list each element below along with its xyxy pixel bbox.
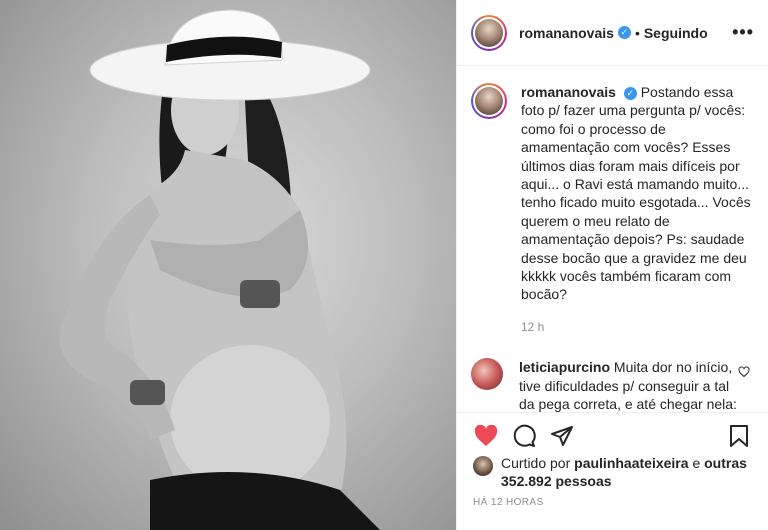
post-age[interactable]: HÁ 12 HORAS	[473, 497, 544, 508]
comment-like-icon[interactable]	[738, 366, 750, 381]
action-bar	[457, 412, 768, 458]
post-sidebar: romananovais ✓ • Seguindo ••• romananova…	[456, 0, 768, 530]
post-photo[interactable]	[0, 0, 456, 530]
following-button[interactable]: Seguindo	[644, 25, 708, 41]
more-options-icon[interactable]: •••	[732, 22, 754, 43]
comment-item: leticiapurcino Muita dor no início, tive…	[471, 358, 754, 412]
caption-text: Postando essa foto p/ fazer uma pergunta…	[521, 84, 751, 303]
verified-badge-icon: ✓	[623, 86, 637, 100]
author-username[interactable]: romananovais	[519, 25, 614, 41]
commenter-avatar[interactable]	[471, 358, 503, 391]
bookmark-icon[interactable]	[726, 423, 752, 449]
likes-prefix: Curtido por	[501, 455, 571, 471]
post-header: romananovais ✓ • Seguindo •••	[457, 0, 768, 66]
comment-username[interactable]: leticiapurcino	[519, 359, 610, 375]
liker-avatar[interactable]	[473, 456, 493, 476]
heart-icon[interactable]	[473, 423, 499, 449]
share-icon[interactable]	[549, 423, 575, 449]
post-image-illustration	[59, 9, 380, 530]
liker-username[interactable]: paulinhaateixeira	[574, 455, 688, 471]
comments-section[interactable]: romananovais ✓ Postando essa foto p/ faz…	[457, 67, 768, 412]
comment-icon[interactable]	[511, 423, 537, 449]
caption-avatar[interactable]	[471, 83, 507, 119]
caption-timestamp[interactable]: 12 h	[521, 318, 754, 336]
caption-username[interactable]: romananovais	[521, 84, 616, 100]
verified-badge-icon: ✓	[617, 26, 631, 39]
header-separator: •	[634, 24, 640, 41]
author-avatar[interactable]	[471, 14, 507, 51]
likes-conjunction: e	[692, 455, 701, 471]
post-caption: romananovais ✓ Postando essa foto p/ faz…	[471, 83, 754, 336]
likes-summary: Curtido por paulinhaateixeira e outras 3…	[473, 454, 754, 491]
